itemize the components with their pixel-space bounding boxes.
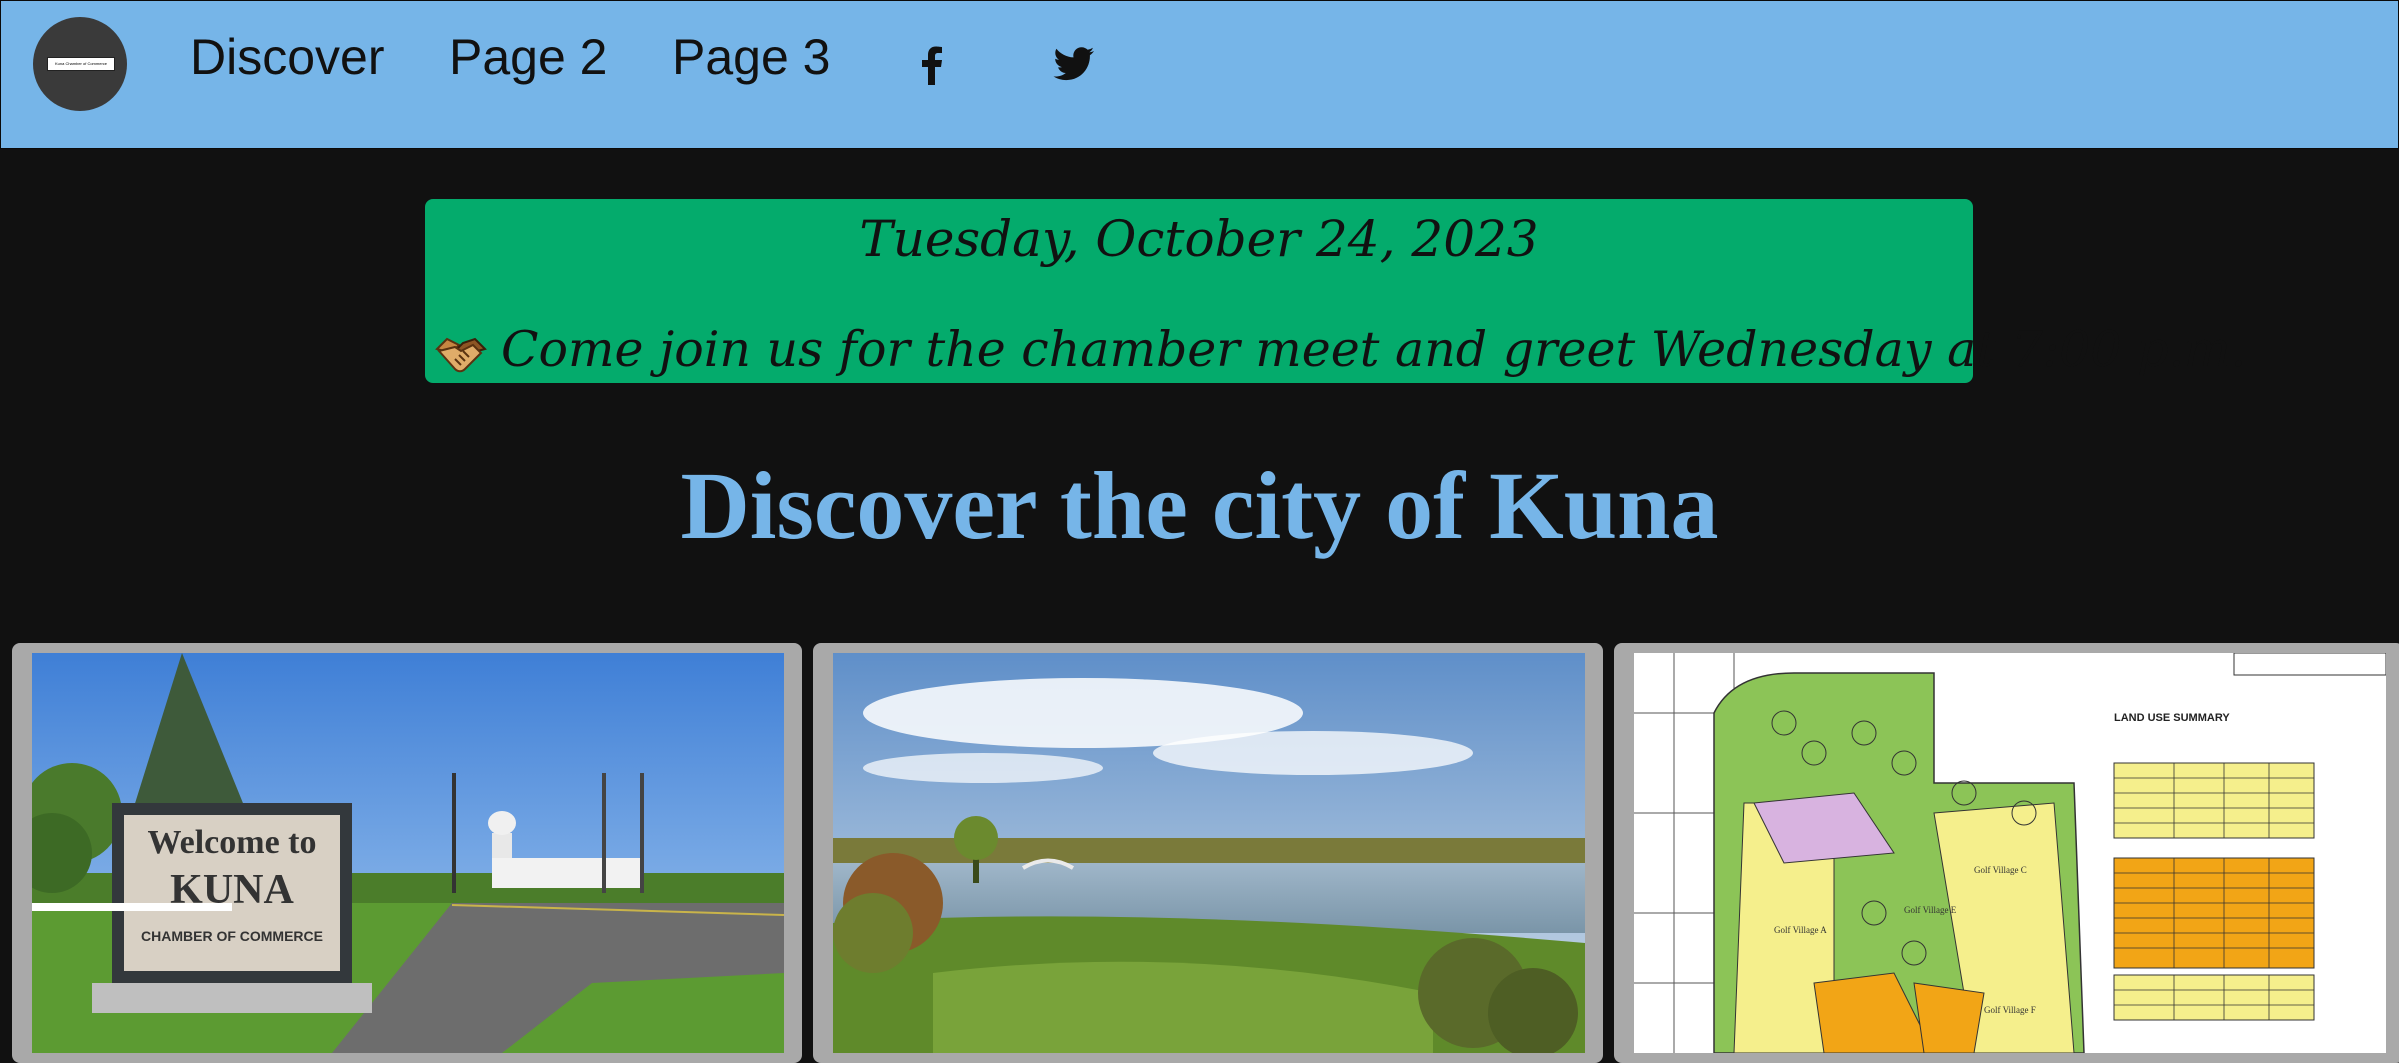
golf-course-image: [833, 653, 1585, 1053]
map-summary-title: LAND USE SUMMARY: [2114, 712, 2230, 724]
card-welcome-sign[interactable]: Welcome to KUNA CHAMBER OF COMMERCE: [12, 643, 802, 1063]
announcement-banner: Tuesday, October 24, 2023 Come join us f…: [425, 199, 2246, 383]
nav-link-page-2[interactable]: Page 2: [449, 27, 607, 87]
top-nav: Kuna Chamber of Commerce Discover Page 2…: [0, 0, 2399, 149]
logo-text: Kuna Chamber of Commerce: [47, 57, 115, 71]
welcome-sign-image: Welcome to KUNA CHAMBER OF COMMERCE: [32, 653, 784, 1053]
sign-line-1: Welcome to: [148, 824, 317, 861]
page-title: Discover the city of Kuna: [680, 452, 1719, 559]
land-use-map-image: Golf Village A Golf Village C Golf Villa…: [1634, 653, 2386, 1053]
card-golf-course[interactable]: [813, 643, 1603, 1063]
map-label-c: Golf Village C: [1974, 865, 2027, 875]
announcement-date: Tuesday, October 24, 2023: [859, 210, 1539, 268]
nav-link-page-3[interactable]: Page 3: [672, 27, 830, 87]
announcement-message-row: Come join us for the chamber meet and gr…: [433, 317, 2246, 383]
announcement-message: Come join us for the chamber meet and gr…: [501, 321, 2247, 378]
map-label-f: Golf Village F: [1984, 1005, 2036, 1015]
nav-link-discover[interactable]: Discover: [190, 27, 384, 87]
handshake-icon: [435, 337, 487, 372]
facebook-icon[interactable]: [907, 39, 957, 89]
site-logo[interactable]: Kuna Chamber of Commerce: [33, 17, 127, 111]
map-label-a: Golf Village A: [1774, 925, 1827, 935]
sign-line-3: CHAMBER OF COMMERCE: [141, 928, 323, 944]
twitter-icon[interactable]: [1048, 39, 1098, 89]
map-label-e: Golf Village E: [1904, 905, 1957, 915]
card-land-use-map[interactable]: Golf Village A Golf Village C Golf Villa…: [1614, 643, 2399, 1063]
